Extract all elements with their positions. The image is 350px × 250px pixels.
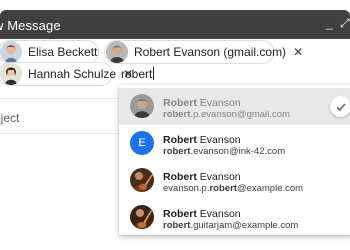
recipient-chip-robert[interactable]: Robert Evanson (gmail.com) ✕: [104, 40, 303, 64]
suggestion-item[interactable]: Robert Evanson robert.p.evanson@gmail.co…: [119, 88, 350, 125]
minimize-icon[interactable]: _: [326, 16, 333, 30]
divider: [0, 98, 120, 99]
compose-title-bar[interactable]: w Message _ ⤢: [0, 10, 350, 39]
suggestion-name: Robert Evanson: [163, 171, 241, 183]
to-input[interactable]: robert: [121, 67, 155, 81]
recipient-name: Hannah Schulze: [28, 67, 117, 81]
avatar: [130, 94, 154, 118]
suggestion-name: Robert Evanson: [163, 134, 241, 146]
suggestion-item[interactable]: E Robert Evanson robert.evanson@ink-42.c…: [119, 125, 350, 162]
avatar: [130, 205, 154, 229]
avatar: E: [130, 131, 154, 155]
check-icon[interactable]: [330, 96, 350, 117]
recipient-chip-elisa[interactable]: Elisa Beckett ✕: [0, 40, 114, 64]
suggestion-email: evanson.p.robert@example.com: [163, 183, 304, 194]
suggestion-item[interactable]: Robert Evanson evanson.p.robert@example.…: [119, 162, 350, 199]
avatar: [106, 41, 128, 63]
close-icon[interactable]: ✕: [293, 45, 303, 59]
suggestion-name: Robert Evanson: [163, 97, 241, 109]
compose-title: w Message: [0, 18, 61, 33]
recipient-name: Elisa Beckett: [28, 45, 98, 59]
text-caret: [153, 67, 155, 80]
suggestion-item[interactable]: Robert Evanson robert.guitarjam@example.…: [119, 199, 350, 236]
suggestion-name: Robert Evanson: [163, 208, 241, 220]
avatar: [130, 168, 154, 192]
divider: [0, 133, 120, 134]
avatar: [0, 41, 22, 63]
subject-field[interactable]: oject: [0, 111, 19, 125]
avatar: [0, 63, 22, 85]
recipient-chip-hannah[interactable]: Hannah Schulze ✕: [0, 62, 133, 86]
expand-icon[interactable]: ⤢: [340, 16, 350, 31]
suggestion-email: robert.guitarjam@example.com: [163, 220, 299, 231]
recipient-name: Robert Evanson (gmail.com): [134, 45, 287, 59]
to-input-value: robert: [121, 67, 153, 81]
suggestion-email: robert.evanson@ink-42.com: [163, 146, 286, 157]
suggestion-email: robert.p.evanson@gmail.com: [163, 109, 290, 120]
autocomplete-dropdown: Robert Evanson robert.p.evanson@gmail.co…: [119, 85, 350, 235]
